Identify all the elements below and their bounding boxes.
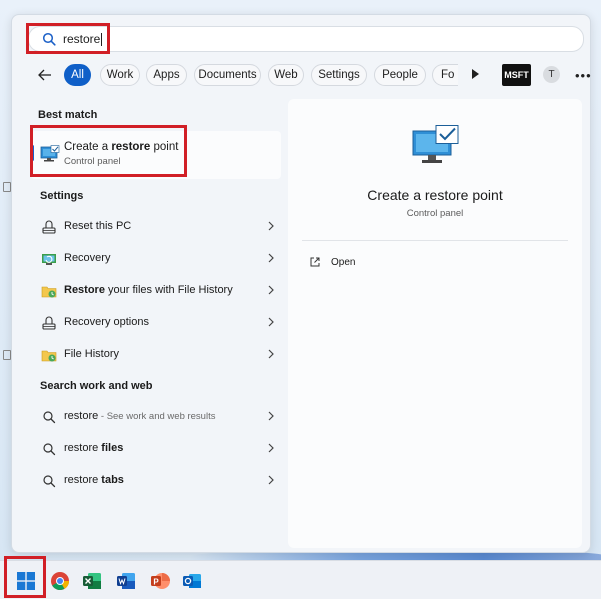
row-label: restore - See work and web results [64, 410, 216, 422]
row-label: File History [64, 348, 120, 360]
settings-result-file-history[interactable]: File History [38, 344, 276, 366]
file-history-icon [41, 350, 57, 362]
desktop-edge-icon [3, 350, 11, 360]
row-label: restore tabs [64, 474, 124, 486]
best-match-title: Create a restore point [64, 141, 179, 153]
restore-point-icon [40, 145, 60, 162]
avatar[interactable]: T [543, 66, 560, 83]
recovery-options-icon [42, 316, 56, 330]
best-match-result[interactable] [31, 131, 281, 179]
account-badge[interactable]: MSFT [502, 64, 531, 86]
start-search-panel: restore All Work Apps Documents Web Sett… [11, 14, 591, 553]
web-result-restore-files[interactable]: restore files [38, 438, 276, 460]
chevron-right-icon [268, 317, 274, 327]
filter-folders[interactable]: Fo [432, 64, 458, 86]
chevron-right-icon [268, 411, 274, 421]
filter-documents[interactable]: Documents [194, 64, 261, 86]
best-match-heading: Best match [38, 109, 98, 121]
reset-pc-icon [42, 220, 56, 234]
open-external-icon[interactable] [309, 256, 321, 268]
selection-accent [31, 145, 34, 161]
row-label: Recovery options [64, 316, 149, 328]
preview-title: Create a restore point [367, 187, 503, 203]
taskbar: P [0, 556, 601, 599]
search-icon [42, 32, 56, 46]
back-arrow-icon[interactable] [37, 67, 53, 83]
web-search-heading: Search work and web [40, 380, 153, 392]
preview-subtitle: Control panel [406, 208, 464, 219]
filter-people[interactable]: People [374, 64, 426, 86]
svg-text:P: P [153, 577, 159, 586]
row-label: Reset this PC [64, 220, 132, 232]
filter-all[interactable]: All [64, 64, 91, 86]
chevron-right-icon [268, 221, 274, 231]
chrome-icon[interactable] [50, 571, 70, 591]
open-action[interactable]: Open [331, 257, 355, 268]
settings-result-restore-files[interactable]: Restore your files with File History [38, 280, 276, 302]
desktop-edge-icon [3, 182, 11, 192]
web-result-restore-tabs[interactable]: restore tabs [38, 470, 276, 492]
filter-bar: All Work Apps Documents Web Settings Peo… [26, 62, 591, 88]
search-query[interactable]: restore [63, 32, 103, 46]
more-options-icon[interactable]: ••• [575, 68, 592, 83]
scroll-right-icon[interactable] [472, 69, 479, 79]
word-icon[interactable] [116, 571, 136, 591]
text-caret [101, 32, 103, 46]
powerpoint-icon[interactable]: P [150, 571, 170, 591]
search-icon [43, 411, 56, 424]
restore-point-icon [412, 125, 459, 163]
row-label: Restore your files with File History [64, 284, 233, 296]
web-result-restore[interactable]: restore - See work and web results [38, 406, 276, 428]
search-query-text: restore [63, 32, 101, 46]
preview-divider [302, 240, 568, 241]
chevron-right-icon [268, 349, 274, 359]
best-match-subtitle: Control panel [64, 156, 121, 167]
settings-heading: Settings [40, 190, 84, 202]
settings-result-recovery[interactable]: Recovery [38, 248, 276, 270]
search-icon [43, 475, 56, 488]
chevron-right-icon [268, 253, 274, 263]
row-label: restore files [64, 442, 124, 454]
filter-settings[interactable]: Settings [311, 64, 367, 86]
outlook-icon[interactable] [182, 571, 202, 591]
excel-icon[interactable] [82, 571, 102, 591]
chevron-right-icon [268, 443, 274, 453]
recovery-icon [42, 254, 56, 265]
settings-result-recovery-options[interactable]: Recovery options [38, 312, 276, 334]
chevron-right-icon [268, 285, 274, 295]
chevron-right-icon [268, 475, 274, 485]
filter-web[interactable]: Web [268, 64, 304, 86]
windows-start-icon[interactable] [16, 571, 36, 591]
filter-apps[interactable]: Apps [146, 64, 187, 86]
search-icon [43, 443, 56, 456]
settings-result-reset-pc[interactable]: Reset this PC [38, 216, 276, 238]
search-input[interactable]: restore [28, 26, 584, 52]
preview-pane: Create a restore point Control panel Ope… [288, 99, 582, 548]
file-history-icon [41, 286, 57, 298]
row-label: Recovery [64, 252, 111, 264]
filter-work[interactable]: Work [100, 64, 140, 86]
